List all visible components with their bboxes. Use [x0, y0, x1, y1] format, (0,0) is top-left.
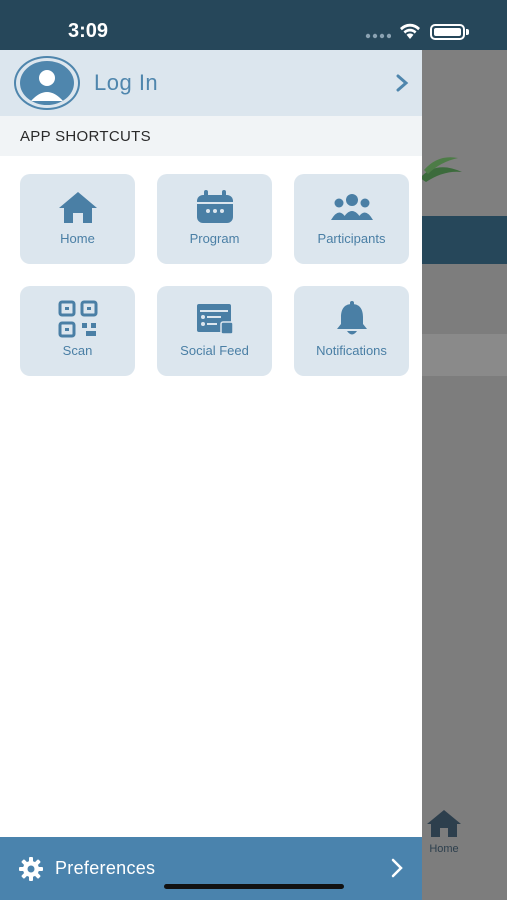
background-tab-label: Home: [429, 843, 459, 855]
qr-scan-icon: [58, 300, 97, 338]
chevron-right-icon: [396, 74, 409, 92]
shortcut-label: Home: [60, 231, 95, 246]
battery-tip: [466, 29, 469, 35]
people-icon: [330, 194, 373, 220]
bell-icon: [336, 301, 367, 335]
user-icon: [20, 61, 74, 105]
home-icon: [427, 810, 461, 837]
shortcut-scan[interactable]: Scan: [20, 286, 135, 376]
shortcut-label: Scan: [62, 343, 93, 358]
home-icon: [58, 192, 97, 223]
preferences-label: Preferences: [55, 858, 156, 878]
battery-icon: [430, 24, 465, 40]
gear-icon: [19, 857, 43, 881]
background-tab-home: Home: [424, 808, 464, 855]
shortcut-label: Program: [189, 231, 240, 246]
shortcut-label: Participants: [317, 231, 386, 246]
login-label: Log In: [94, 70, 159, 95]
shortcut-home[interactable]: Home: [20, 174, 135, 264]
wifi-icon: [400, 23, 420, 39]
calendar-icon: [196, 190, 233, 223]
social-feed-icon: [196, 304, 234, 335]
shortcuts-header: APP SHORTCUTS: [0, 116, 422, 156]
background-plant-image: [420, 157, 462, 182]
background-nav-bar: [420, 216, 507, 264]
status-bar: 3:09: [0, 0, 507, 50]
shortcut-notifications[interactable]: Notifications: [294, 286, 409, 376]
cellular-signal-icon: [365, 33, 391, 39]
shortcut-participants[interactable]: Participants: [294, 174, 409, 264]
shortcut-label: Notifications: [316, 343, 387, 358]
chevron-right-icon: [391, 858, 403, 878]
avatar: [14, 56, 80, 110]
background-banner: [420, 50, 507, 216]
background-stripe: [420, 334, 507, 376]
home-indicator[interactable]: [164, 884, 344, 889]
shortcut-social-feed[interactable]: Social Feed: [157, 286, 272, 376]
side-drawer: Log In APP SHORTCUTS Home Program Partic…: [0, 50, 422, 900]
status-time: 3:09: [68, 20, 109, 42]
login-row[interactable]: Log In: [0, 50, 422, 116]
shortcut-program[interactable]: Program: [157, 174, 272, 264]
preferences-button[interactable]: Preferences: [0, 837, 422, 900]
shortcuts-title: APP SHORTCUTS: [20, 128, 151, 145]
shortcut-label: Social Feed: [180, 343, 249, 358]
